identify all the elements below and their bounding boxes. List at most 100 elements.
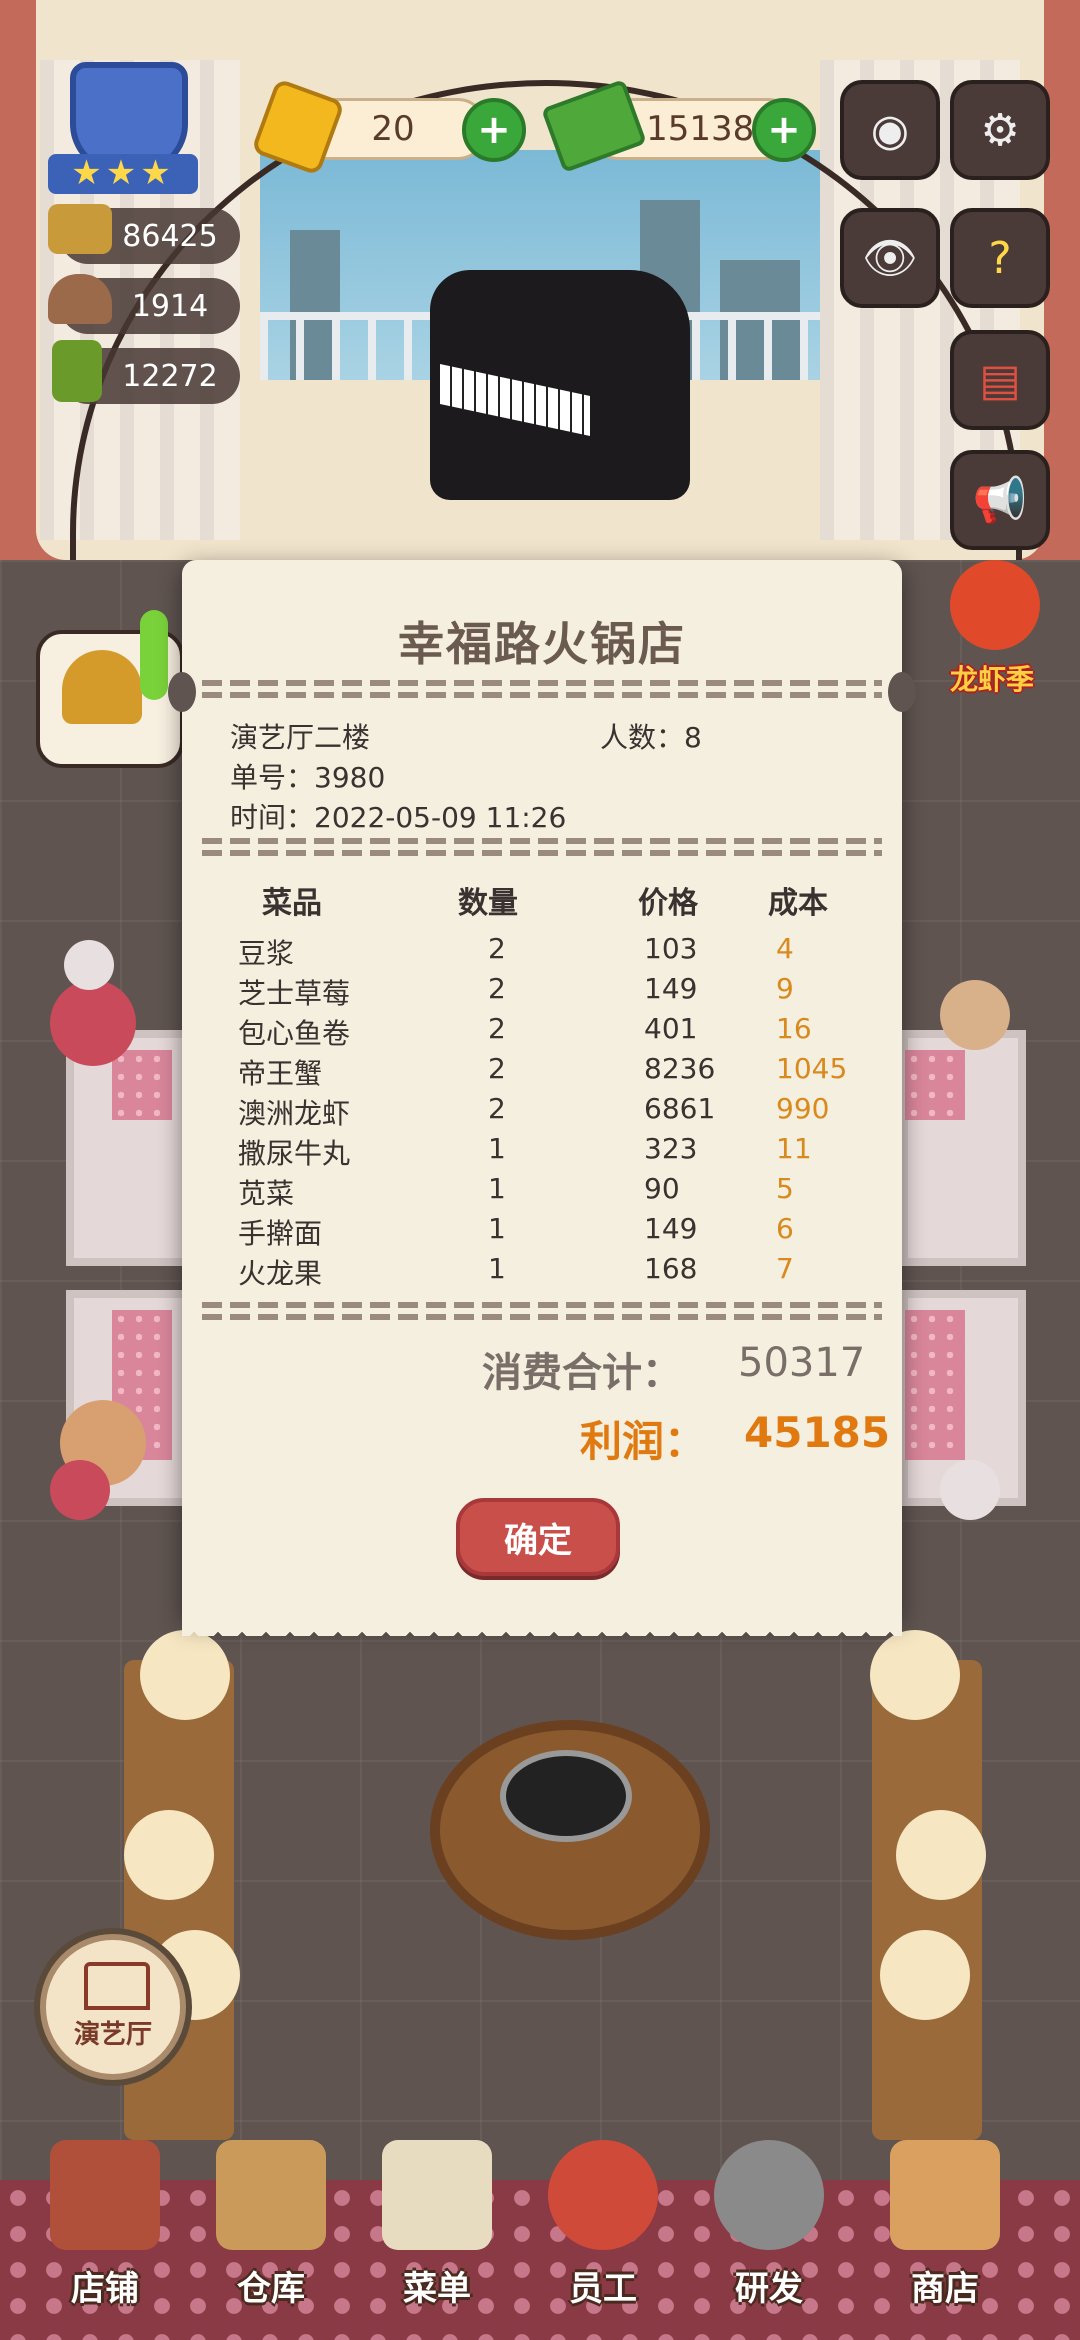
dish-price: 168	[644, 1252, 698, 1285]
nav-label: 商店	[911, 2269, 979, 2309]
dish-price: 90	[644, 1172, 680, 1205]
total-value: 50317	[738, 1340, 866, 1386]
dish-name: 包心鱼卷	[238, 1017, 351, 1050]
order-number: 单号：3980	[230, 761, 386, 794]
order-time: 时间：2022-05-09 11:26	[230, 801, 567, 834]
recipe-book-button[interactable]: ▤	[950, 330, 1050, 430]
dish-cost: 11	[776, 1132, 812, 1165]
lobster-icon[interactable]	[950, 560, 1040, 650]
star-rating: ★★★	[48, 154, 198, 194]
lantern	[870, 1630, 960, 1720]
balloon	[50, 980, 136, 1066]
market-stall-icon	[890, 2140, 1000, 2250]
header-price: 价格	[638, 886, 698, 921]
settings-button[interactable]: ⚙	[950, 80, 1050, 180]
hall-name: 演艺厅二楼	[230, 721, 371, 754]
order-row: 手擀面 1 149 6	[182, 1212, 902, 1252]
restaurant-rank-badge[interactable]: ★★★	[48, 62, 198, 194]
hotpot	[500, 1750, 632, 1842]
balloon	[940, 980, 1010, 1050]
lobster-season-event[interactable]: 龙虾季	[950, 658, 1034, 698]
dish-quantity: 2	[488, 972, 506, 1005]
dish-cost: 990	[776, 1092, 830, 1125]
megaphone-icon: 📢	[972, 475, 1028, 526]
nav-warehouse[interactable]: 仓库	[196, 2140, 346, 2320]
camera-button[interactable]: ◉	[840, 80, 940, 180]
bell-icon	[62, 650, 142, 724]
dish-quantity: 1	[488, 1252, 506, 1285]
dish-price: 6861	[644, 1092, 716, 1125]
eye-icon: 👁	[862, 233, 918, 284]
receipt-notch	[888, 672, 916, 712]
order-row: 撒尿牛丸 1 323 11	[182, 1132, 902, 1172]
table-cloth	[905, 1310, 965, 1460]
guest-count: 人数：8	[600, 721, 702, 754]
serving-dish-icon	[48, 274, 112, 324]
performance-hall-button[interactable]: 演艺厅	[40, 1934, 186, 2080]
dish-name: 苋菜	[238, 1177, 295, 1210]
stat-value-1: 86425	[122, 218, 218, 254]
order-row: 豆浆 2 103 4	[182, 932, 902, 972]
stat-value-2: 1914	[131, 288, 209, 324]
lantern-shelf	[872, 1660, 982, 2140]
order-row: 芝士草莓 2 149 9	[182, 972, 902, 1012]
divider	[202, 680, 882, 708]
dish-price: 149	[644, 1212, 698, 1245]
dish-name: 撒尿牛丸	[238, 1137, 351, 1170]
hall-icon	[84, 1962, 150, 2010]
dish-cost: 7	[776, 1252, 794, 1285]
nav-store[interactable]: 商店	[870, 2140, 1020, 2320]
balloon	[940, 1460, 1000, 1520]
nav-shop-front[interactable]: 店铺	[30, 2140, 180, 2320]
confirm-button[interactable]: 确定	[456, 1498, 620, 1576]
nav-label: 菜单	[403, 2269, 471, 2309]
order-row: 包心鱼卷 2 401 16	[182, 1012, 902, 1052]
dish-cost: 16	[776, 1012, 812, 1045]
nav-menu[interactable]: 菜单	[362, 2140, 512, 2320]
header-dish: 菜品	[262, 886, 322, 921]
gear-icon: ⚙	[980, 104, 1020, 156]
profit-label: 利润：	[580, 1417, 707, 1466]
add-gems-button[interactable]: +	[462, 98, 526, 162]
nav-label: 研发	[735, 2269, 803, 2309]
boxes-icon	[216, 2140, 326, 2250]
add-cash-button[interactable]: +	[752, 98, 816, 162]
divider	[202, 838, 882, 866]
receipt-notch	[168, 672, 196, 712]
dish-cost: 9	[776, 972, 794, 1005]
bill-receipt-popup: 幸福路火锅店 演艺厅二楼 人数：8 单号：3980 时间：2022-05-09 …	[168, 560, 916, 1636]
dish-cost: 4	[776, 932, 794, 965]
dish-name: 豆浆	[238, 937, 295, 970]
help-book-icon: ?	[988, 232, 1012, 284]
table-cloth	[905, 1050, 965, 1120]
staff-icon	[548, 2140, 658, 2250]
menu-book-icon	[52, 340, 102, 402]
dish-price: 149	[644, 972, 698, 1005]
lantern	[896, 1810, 986, 1900]
hall-button-label: 演艺厅	[73, 2020, 152, 2050]
balloon	[64, 940, 114, 990]
view-button[interactable]: 👁	[840, 208, 940, 308]
dish-price: 8236	[644, 1052, 716, 1085]
restaurant-level-icon	[48, 204, 112, 254]
nav-label: 店铺	[71, 2269, 139, 2309]
red-book-icon: ▤	[979, 354, 1021, 406]
help-book-button[interactable]: ?	[950, 208, 1050, 308]
stat-value-3: 12272	[122, 358, 218, 394]
profit-value: 45185	[744, 1408, 891, 1457]
order-row: 澳洲龙虾 2 6861 990	[182, 1092, 902, 1132]
dish-quantity: 1	[488, 1212, 506, 1245]
dish-name: 帝王蟹	[238, 1057, 323, 1090]
nav-staff[interactable]: 员工	[528, 2140, 678, 2320]
lantern	[140, 1630, 230, 1720]
nav-label: 员工	[569, 2269, 637, 2309]
dish-name: 手擀面	[238, 1217, 323, 1250]
alert-icon	[140, 610, 168, 700]
nav-research[interactable]: 研发	[694, 2140, 844, 2320]
dish-price: 323	[644, 1132, 698, 1165]
announcement-button[interactable]: 📢	[950, 450, 1050, 550]
dish-cost: 6	[776, 1212, 794, 1245]
gem-amount: 20	[371, 109, 415, 149]
storefront-icon	[50, 2140, 160, 2250]
balloon	[50, 1460, 110, 1520]
